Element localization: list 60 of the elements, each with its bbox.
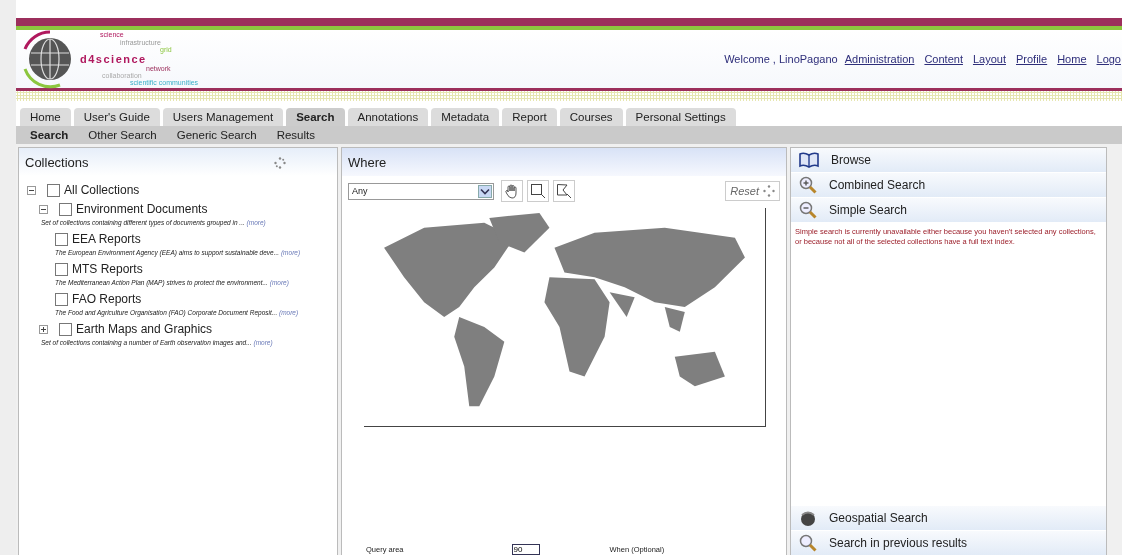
header-link[interactable]: Layout	[972, 53, 1006, 65]
subtab[interactable]: Search	[30, 129, 69, 141]
collection-name: MTS Reports	[72, 262, 143, 276]
zoom-out-icon	[799, 201, 817, 219]
header-link[interactable]: Logo	[1096, 53, 1121, 65]
collection-name: Earth Maps and Graphics	[76, 322, 213, 336]
header-link[interactable]: Content	[924, 53, 963, 65]
subtab[interactable]: Generic Search	[176, 129, 257, 141]
nav-tab[interactable]: Courses	[559, 108, 623, 126]
collection-name: All Collections	[64, 183, 140, 197]
zoom-in-icon	[799, 176, 817, 194]
collection-name: EEA Reports	[72, 232, 141, 246]
spinner-icon	[763, 185, 775, 197]
checkbox[interactable]	[47, 183, 60, 197]
nav-tab[interactable]: Annotations	[347, 108, 429, 126]
area-dropdown[interactable]: Any	[348, 182, 494, 200]
checkbox[interactable]	[59, 322, 72, 336]
accordion-header[interactable]: Browse	[791, 148, 1106, 173]
spinner-icon	[274, 156, 286, 169]
box-select-button[interactable]	[527, 180, 549, 202]
collection-name: FAO Reports	[72, 292, 142, 306]
checkbox[interactable]	[55, 232, 68, 246]
panel-title: Collections	[25, 155, 89, 170]
query-area-field[interactable]: 90	[511, 543, 540, 555]
checkbox[interactable]	[59, 202, 72, 216]
book-icon	[799, 152, 819, 168]
pan-button[interactable]	[501, 180, 523, 202]
tree-toggle[interactable]	[39, 324, 48, 334]
header-link[interactable]: Profile	[1016, 53, 1048, 65]
tree-toggle[interactable]	[39, 204, 48, 214]
nav-tab[interactable]: Metadata	[431, 108, 500, 126]
checkbox[interactable]	[55, 262, 68, 276]
nav-tab[interactable]: User's Guide	[73, 108, 160, 126]
subtab[interactable]: Other Search	[88, 129, 157, 141]
header-link[interactable]: Home	[1057, 53, 1087, 65]
accordion-header[interactable]: Search in previous results	[791, 531, 1106, 555]
checkbox[interactable]	[55, 292, 68, 306]
accordion-header[interactable]: Simple Search	[791, 198, 1106, 223]
nav-tab[interactable]: Report	[502, 108, 557, 126]
globe-icon	[799, 509, 817, 527]
collection-name: Environment Documents	[76, 202, 208, 216]
nav-tab[interactable]: Search	[286, 108, 345, 126]
search-icon	[799, 534, 817, 552]
nav-tab[interactable]: Home	[20, 108, 71, 126]
welcome-text: Welcome , LinoPagano	[724, 53, 838, 65]
polygon-select-icon	[556, 183, 572, 199]
rectangle-select-icon	[530, 183, 546, 199]
hand-icon	[504, 183, 520, 199]
caret-icon	[478, 184, 492, 198]
header-link[interactable]: Administration	[844, 53, 915, 65]
polygon-select-button[interactable]	[553, 180, 575, 202]
tree-toggle[interactable]	[27, 185, 36, 195]
nav-tab[interactable]: Users Management	[162, 108, 284, 126]
nav-tab[interactable]: Personal Settings	[625, 108, 736, 126]
logo-word: d4science	[80, 53, 148, 65]
accordion-header[interactable]: Combined Search	[791, 173, 1106, 198]
accordion-header[interactable]: Geospatial Search	[791, 506, 1106, 531]
subtab[interactable]: Results	[276, 129, 316, 141]
reset-button[interactable]: Reset	[725, 181, 780, 201]
panel-title: Where	[348, 155, 387, 170]
